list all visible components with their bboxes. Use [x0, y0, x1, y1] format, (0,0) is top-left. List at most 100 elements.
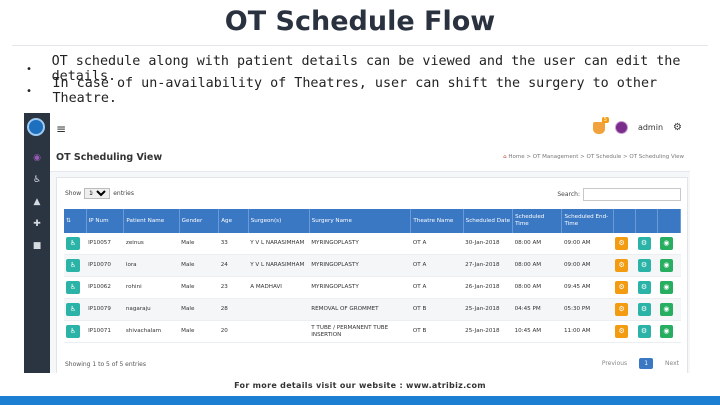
col-scheduled-date[interactable]: Scheduled Date	[463, 209, 514, 233]
cell-action: ◉	[657, 254, 681, 277]
col-patient-name[interactable]: Patient Name	[123, 209, 180, 233]
cell-surgeon: Y V L NARASIMHAM	[248, 233, 310, 255]
logo[interactable]	[24, 113, 50, 145]
cell-action: ⚙	[635, 276, 658, 299]
settings-icon[interactable]: ⚙	[673, 122, 682, 133]
col-theatre-name[interactable]: Theatre Name	[410, 209, 464, 233]
col-age[interactable]: Age	[218, 209, 249, 233]
menu-toggle-icon[interactable]: ≡	[56, 122, 66, 136]
col-scheduled-end-time[interactable]: Scheduled End-Time	[561, 209, 614, 233]
wheelchair-icon[interactable]: ♿	[66, 325, 80, 338]
cell-action: ⚙	[635, 233, 658, 255]
plus-icon[interactable]: ✚	[32, 219, 42, 229]
avatar[interactable]	[614, 121, 628, 134]
cell-time: 08:00 AM	[512, 254, 562, 277]
breadcrumb-ot-management[interactable]: OT Management	[533, 154, 579, 160]
bullet-list: • OT schedule along with patient details…	[26, 54, 716, 106]
page-1-button[interactable]: 1	[639, 358, 654, 369]
edit-schedule-icon[interactable]: ⚙	[615, 237, 629, 250]
view-details-icon[interactable]: ◉	[659, 325, 673, 338]
cell-date: 25-Jan-2018	[463, 320, 513, 343]
wheelchair-icon[interactable]: ♿	[66, 303, 80, 316]
table-row: ♿ IP10062 rohini Male 23 A MADHAVI MYRINGOPLAS…	[64, 276, 681, 299]
cell-time: 10:45 AM	[512, 320, 562, 343]
wheelchair-icon[interactable]: ♿	[66, 259, 80, 272]
cell-date: 26-Jan-2018	[463, 276, 513, 299]
cell-action: ⚙	[613, 276, 636, 299]
slide-title: OT Schedule Flow	[224, 6, 496, 37]
col-ip-num[interactable]: IP Num	[86, 209, 125, 233]
edit-schedule-icon[interactable]: ⚙	[615, 325, 629, 338]
sort-header-icon[interactable]: ⇅	[64, 209, 87, 233]
col-surgeons[interactable]: Surgeon(s)	[248, 209, 310, 233]
view-details-icon[interactable]: ◉	[659, 259, 673, 272]
edit-schedule-icon[interactable]: ⚙	[615, 259, 629, 272]
shift-theatre-icon[interactable]: ⚙	[637, 237, 651, 250]
breadcrumb: ⌂ Home > OT Management > OT Schedule > O…	[503, 154, 684, 160]
col-scheduled-time[interactable]: Scheduled Time	[512, 209, 563, 233]
home-icon[interactable]: ⌂	[503, 154, 507, 160]
cell-action: ⚙	[613, 233, 636, 255]
page-title: OT Scheduling View	[56, 152, 163, 163]
page-header: OT Scheduling View ⌂ Home > OT Managemen…	[50, 145, 690, 172]
cell-surgery-name: MYRINGOPLASTY	[309, 233, 411, 255]
next-button[interactable]: Next	[661, 358, 683, 369]
col-action-2	[635, 209, 659, 233]
col-gender[interactable]: Gender	[179, 209, 220, 233]
notification-bell-icon[interactable]: 5	[592, 116, 609, 134]
cell-surgery-name: T TUBE / PERMANENT TUBE INSERTION	[309, 320, 411, 343]
top-navbar: ≡ 5 admin ⚙	[24, 113, 690, 146]
edit-schedule-icon[interactable]: ⚙	[615, 303, 629, 316]
previous-button[interactable]: Previous	[598, 358, 631, 369]
col-surgery-name[interactable]: Surgery Name	[309, 209, 412, 233]
cell-gender: Male	[179, 320, 219, 343]
title-divider	[12, 45, 708, 46]
show-label: Show	[65, 190, 82, 197]
cell-end-time: 11:00 AM	[561, 320, 614, 343]
wheelchair-icon[interactable]: ♿	[66, 237, 80, 250]
shift-theatre-icon[interactable]: ⚙	[637, 325, 651, 338]
bed-icon[interactable]: ▲	[32, 197, 42, 207]
view-details-icon[interactable]: ◉	[659, 303, 673, 316]
cell-time: 04:45 PM	[512, 298, 562, 321]
view-details-icon[interactable]: ◉	[659, 237, 673, 250]
cell-age: 23	[218, 276, 249, 299]
cell-patient-name: nagaraju	[123, 298, 180, 321]
app-screenshot: ≡ 5 admin ⚙ ◉ ♿ ▲ ✚ ■ OT Scheduling View…	[24, 113, 690, 373]
shift-theatre-icon[interactable]: ⚙	[637, 303, 651, 316]
user-name[interactable]: admin	[638, 123, 663, 132]
lock-icon[interactable]: ■	[32, 241, 42, 251]
cell-surgeon	[248, 320, 310, 343]
cell-action: ⚙	[613, 254, 636, 277]
breadcrumb-sep: >	[580, 154, 585, 160]
cell-theatre: OT A	[410, 233, 464, 255]
breadcrumb-home[interactable]: Home	[508, 154, 524, 160]
breadcrumb-sep: >	[526, 154, 531, 160]
search-label: Search:	[557, 191, 580, 198]
cell-surgeon	[248, 298, 310, 321]
wheelchair-icon[interactable]: ♿	[66, 281, 80, 294]
cell-gender: Male	[179, 298, 219, 321]
table-row: ♿ IP10071 shivachalam Male 20 T TUBE / PERMAN…	[64, 320, 681, 343]
search-input[interactable]	[583, 188, 681, 201]
main-content: OT Scheduling View ⌂ Home > OT Managemen…	[50, 145, 690, 373]
cell-theatre: OT A	[410, 254, 464, 277]
col-action-3	[657, 209, 681, 233]
cell-ip-num: IP10079	[86, 298, 124, 321]
cell-date: 25-Jan-2018	[463, 298, 513, 321]
cell-date: 30-Jan-2018	[463, 233, 513, 255]
cell-wheelchair: ♿	[64, 320, 87, 343]
breadcrumb-ot-schedule[interactable]: OT Schedule	[587, 154, 622, 160]
dashboard-icon[interactable]: ◉	[32, 153, 42, 163]
table-row: ♿ IP10057 zeinus Male 33 Y V L NARASIMHAM MYRI…	[64, 233, 681, 255]
entries-label: entries	[113, 190, 135, 197]
shift-theatre-icon[interactable]: ⚙	[637, 281, 651, 294]
sidebar: ◉ ♿ ▲ ✚ ■	[24, 145, 50, 373]
wheelchair-icon[interactable]: ♿	[32, 175, 42, 185]
view-details-icon[interactable]: ◉	[659, 281, 673, 294]
cell-ip-num: IP10062	[86, 276, 124, 299]
bullet-item: • In case of un-availability of Theatres…	[26, 76, 716, 106]
shift-theatre-icon[interactable]: ⚙	[637, 259, 651, 272]
entries-select[interactable]: 10	[84, 188, 111, 199]
edit-schedule-icon[interactable]: ⚙	[615, 281, 629, 294]
